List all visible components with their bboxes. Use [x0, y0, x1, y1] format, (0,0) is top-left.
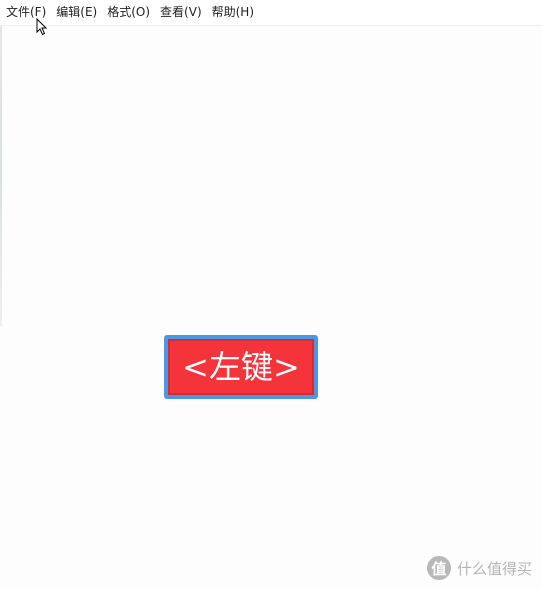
menu-view[interactable]: 查看(V) — [155, 0, 207, 25]
menu-help[interactable]: 帮助(H) — [207, 0, 259, 25]
menu-format[interactable]: 格式(O) — [102, 0, 155, 25]
watermark-logo-icon: 值 — [426, 556, 451, 580]
watermark: 值 什么值得买 — [426, 556, 532, 580]
notepad-window: 文件(F) 编辑(E) 格式(O) 查看(V) 帮助(H) <左键> 值 什么值… — [0, 0, 542, 590]
window-left-edge — [0, 26, 2, 326]
mouse-pointer-icon — [36, 18, 48, 36]
menu-edit[interactable]: 编辑(E) — [51, 0, 102, 25]
menu-bar: 文件(F) 编辑(E) 格式(O) 查看(V) 帮助(H) — [0, 0, 542, 26]
key-badge-label: <左键> — [182, 348, 300, 386]
watermark-text: 什么值得买 — [456, 559, 532, 578]
left-click-key-badge: <左键> — [164, 335, 318, 399]
text-editor-area[interactable] — [0, 26, 542, 590]
